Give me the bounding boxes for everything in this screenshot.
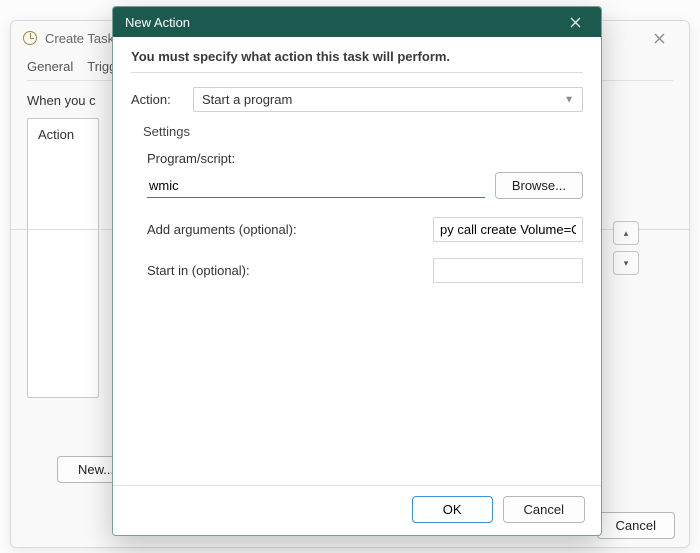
close-icon[interactable] [641,24,677,52]
dialog-title: New Action [125,15,190,30]
dialog-titlebar: New Action [113,7,601,37]
program-label: Program/script: [147,151,583,166]
cancel-button[interactable]: Cancel [503,496,585,523]
ok-button[interactable]: OK [412,496,493,523]
action-dropdown[interactable]: Start a program ▼ [193,87,583,112]
startin-label: Start in (optional): [147,263,423,278]
parent-title: Create Task [45,31,114,46]
move-up-button[interactable]: ▴ [613,221,639,245]
tab-general[interactable]: General [27,59,73,74]
parent-cancel-button[interactable]: Cancel [597,512,675,539]
program-input[interactable] [147,174,485,198]
chevron-down-icon: ▼ [564,94,574,105]
browse-button[interactable]: Browse... [495,172,583,199]
move-down-button[interactable]: ▾ [613,251,639,275]
close-icon[interactable] [561,11,589,33]
actions-listbox[interactable]: Action [27,118,99,398]
action-dropdown-value: Start a program [202,92,292,107]
instruction-text: You must specify what action this task w… [131,49,583,73]
dialog-footer: OK Cancel [113,485,601,535]
settings-header: Settings [143,124,583,139]
column-header-action: Action [38,127,74,142]
clock-icon [23,31,37,45]
new-action-dialog: New Action You must specify what action … [112,6,602,536]
action-label: Action: [131,92,185,107]
arguments-input[interactable] [433,217,583,242]
arguments-label: Add arguments (optional): [147,222,423,237]
startin-input[interactable] [433,258,583,283]
